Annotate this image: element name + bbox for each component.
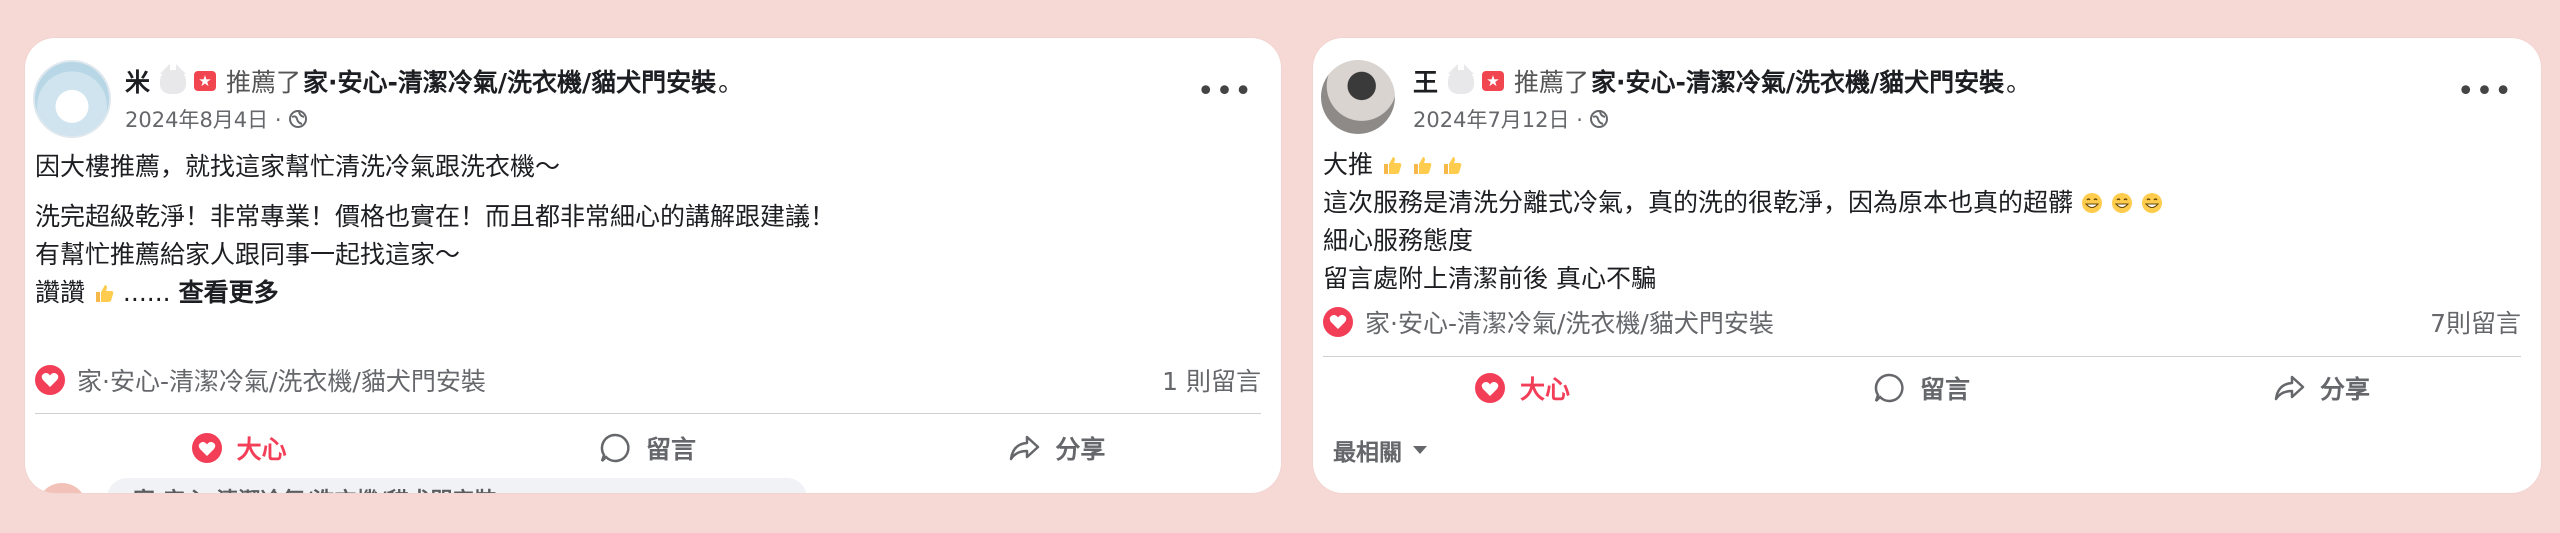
post-meta: 2024年7月12日 · bbox=[1413, 104, 1609, 134]
thumbs-up-emoji bbox=[1443, 157, 1462, 174]
love-label: 大心 bbox=[236, 435, 287, 464]
see-more-link[interactable]: 查看更多 bbox=[179, 278, 279, 307]
reaction-summary: 家·安心-清潔冷氣/洗衣機/貓犬門安裝 7則留言 bbox=[1323, 300, 2521, 344]
post-title-line: 米 ★ 推薦了 家·安心-清潔冷氣/洗衣機/貓犬門安裝 。 bbox=[125, 62, 743, 100]
post-line: 這次服務是清洗分離式冷氣，真的洗的很乾淨，因為原本也真的超髒 bbox=[1323, 188, 2074, 217]
recommend-badge-icon: ★ bbox=[194, 71, 217, 91]
post-line-second: 這次服務是清洗分離式冷氣，真的洗的很乾淨，因為原本也真的超髒 bbox=[1323, 184, 2521, 222]
heart-icon bbox=[1474, 373, 1505, 403]
post-body: 大推 這次服務是清洗分離式冷氣，真的洗的很乾淨，因為原本也真的超髒 細心服務態度… bbox=[1323, 146, 2521, 298]
page-name-link[interactable]: 家·安心-清潔冷氣/洗衣機/貓犬門安裝 bbox=[303, 63, 716, 99]
post-body: 因大樓推薦，就找這家幫忙清洗冷氣跟洗衣機～ 洗完超級乾淨！非常專業！價格也實在！… bbox=[35, 148, 1261, 312]
author-name[interactable]: 王 bbox=[1413, 63, 1438, 99]
thumbs-up-emoji bbox=[95, 285, 114, 302]
post-meta: 2024年8月4日 · bbox=[125, 104, 308, 134]
comment-label: 留言 bbox=[645, 435, 696, 464]
post-header: 米 ★ 推薦了 家·安心-清潔冷氣/洗衣機/貓犬門安裝 。 2024年8月4日 … bbox=[33, 56, 1261, 138]
ellipsis: ...... bbox=[122, 278, 179, 307]
post-date[interactable]: 2024年8月4日 · bbox=[125, 104, 282, 134]
heart-icon[interactable] bbox=[1323, 307, 1353, 337]
share-label: 分享 bbox=[2319, 375, 2370, 404]
grin-emoji bbox=[2141, 193, 2162, 213]
post-date[interactable]: 2024年7月12日 · bbox=[1413, 104, 1583, 134]
period: 。 bbox=[2006, 68, 2032, 97]
post-card-2: 王 ★ 推薦了 家·安心-清潔冷氣/洗衣機/貓犬門安裝 。 2024年7月12日… bbox=[1313, 38, 2541, 493]
comment-count[interactable]: 1 則留言 bbox=[1162, 362, 1261, 398]
chevron-down-icon bbox=[1413, 446, 1427, 454]
author-avatar[interactable] bbox=[1321, 60, 1395, 134]
divider bbox=[35, 413, 1261, 414]
recommend-text: 推薦了 bbox=[1514, 68, 1590, 97]
love-label: 大心 bbox=[1519, 375, 1570, 404]
heart-icon bbox=[191, 433, 222, 463]
share-button[interactable]: 分享 bbox=[1007, 430, 1105, 466]
commenter-avatar[interactable] bbox=[37, 483, 87, 493]
grin-emoji bbox=[2111, 193, 2132, 213]
comment-icon bbox=[600, 433, 630, 463]
period: 。 bbox=[718, 68, 744, 97]
heart-icon[interactable] bbox=[35, 365, 65, 395]
post-line: 細心服務態度 bbox=[1323, 226, 1474, 255]
comment-button[interactable]: 留言 bbox=[598, 430, 696, 466]
post-line: 讚讚 bbox=[35, 278, 86, 307]
post-card-1: 米 ★ 推薦了 家·安心-清潔冷氣/洗衣機/貓犬門安裝 。 2024年8月4日 … bbox=[25, 38, 1281, 493]
comment-label: 留言 bbox=[1919, 375, 1970, 404]
more-options-icon[interactable]: ••• bbox=[2457, 74, 2513, 109]
globe-icon bbox=[288, 110, 307, 128]
share-button[interactable]: 分享 bbox=[2272, 370, 2370, 406]
comment-author[interactable]: 家·安心-清潔冷氣/洗衣機/貓犬門安裝 bbox=[133, 483, 497, 493]
author-avatar[interactable] bbox=[33, 60, 111, 138]
cat-sticker-icon bbox=[1444, 62, 1478, 100]
post-line: 大推 bbox=[1323, 150, 1374, 179]
love-button[interactable]: 大心 bbox=[1474, 370, 1570, 406]
reaction-page-name[interactable]: 家·安心-清潔冷氣/洗衣機/貓犬門安裝 bbox=[77, 362, 486, 398]
comment-button[interactable]: 留言 bbox=[1872, 370, 1970, 406]
recommend-text: 推薦了 bbox=[226, 68, 302, 97]
love-button[interactable]: 大心 bbox=[191, 430, 287, 466]
action-bar: 大心 留言 分享 bbox=[35, 418, 1261, 478]
comment-count[interactable]: 7則留言 bbox=[2430, 304, 2521, 340]
thumbs-up-emoji bbox=[1413, 157, 1432, 174]
post-header: 王 ★ 推薦了 家·安心-清潔冷氣/洗衣機/貓犬門安裝 。 2024年7月12日… bbox=[1321, 56, 2521, 136]
reaction-page-name[interactable]: 家·安心-清潔冷氣/洗衣機/貓犬門安裝 bbox=[1365, 304, 1774, 340]
recommend-badge-icon: ★ bbox=[1482, 71, 1505, 91]
post-line-last: 讚讚 ...... 查看更多 bbox=[35, 274, 1261, 312]
cat-sticker-icon bbox=[156, 62, 190, 100]
action-bar: 大心 留言 分享 bbox=[1323, 358, 2521, 418]
divider bbox=[1323, 356, 2521, 357]
author-name[interactable]: 米 bbox=[125, 63, 150, 99]
reaction-summary: 家·安心-清潔冷氣/洗衣機/貓犬門安裝 1 則留言 bbox=[35, 358, 1261, 402]
post-line: 有幫忙推薦給家人跟同事一起找這家～ bbox=[35, 240, 461, 269]
share-label: 分享 bbox=[1055, 435, 1106, 464]
post-line: 因大樓推薦，就找這家幫忙清洗冷氣跟洗衣機～ bbox=[35, 152, 561, 181]
share-icon bbox=[1010, 435, 1040, 461]
comment-icon bbox=[1874, 373, 1904, 403]
page-name-link[interactable]: 家·安心-清潔冷氣/洗衣機/貓犬門安裝 bbox=[1591, 63, 2004, 99]
post-line: 留言處附上清潔前後 真心不騙 bbox=[1323, 264, 1656, 293]
thumbs-up-emoji bbox=[1383, 157, 1402, 174]
comment-sort-dropdown[interactable]: 最相關 bbox=[1333, 433, 1428, 467]
more-options-icon[interactable]: ••• bbox=[1197, 74, 1253, 109]
post-line-first: 大推 bbox=[1323, 146, 2521, 184]
share-icon bbox=[2274, 375, 2305, 401]
sort-label: 最相關 bbox=[1333, 440, 1402, 466]
grin-emoji bbox=[2081, 193, 2102, 213]
post-line: 洗完超級乾淨！非常專業！價格也實在！而且都非常細心的講解跟建議！ bbox=[35, 202, 836, 231]
globe-icon bbox=[1589, 110, 1608, 128]
post-title-line: 王 ★ 推薦了 家·安心-清潔冷氣/洗衣機/貓犬門安裝 。 bbox=[1413, 62, 2031, 100]
